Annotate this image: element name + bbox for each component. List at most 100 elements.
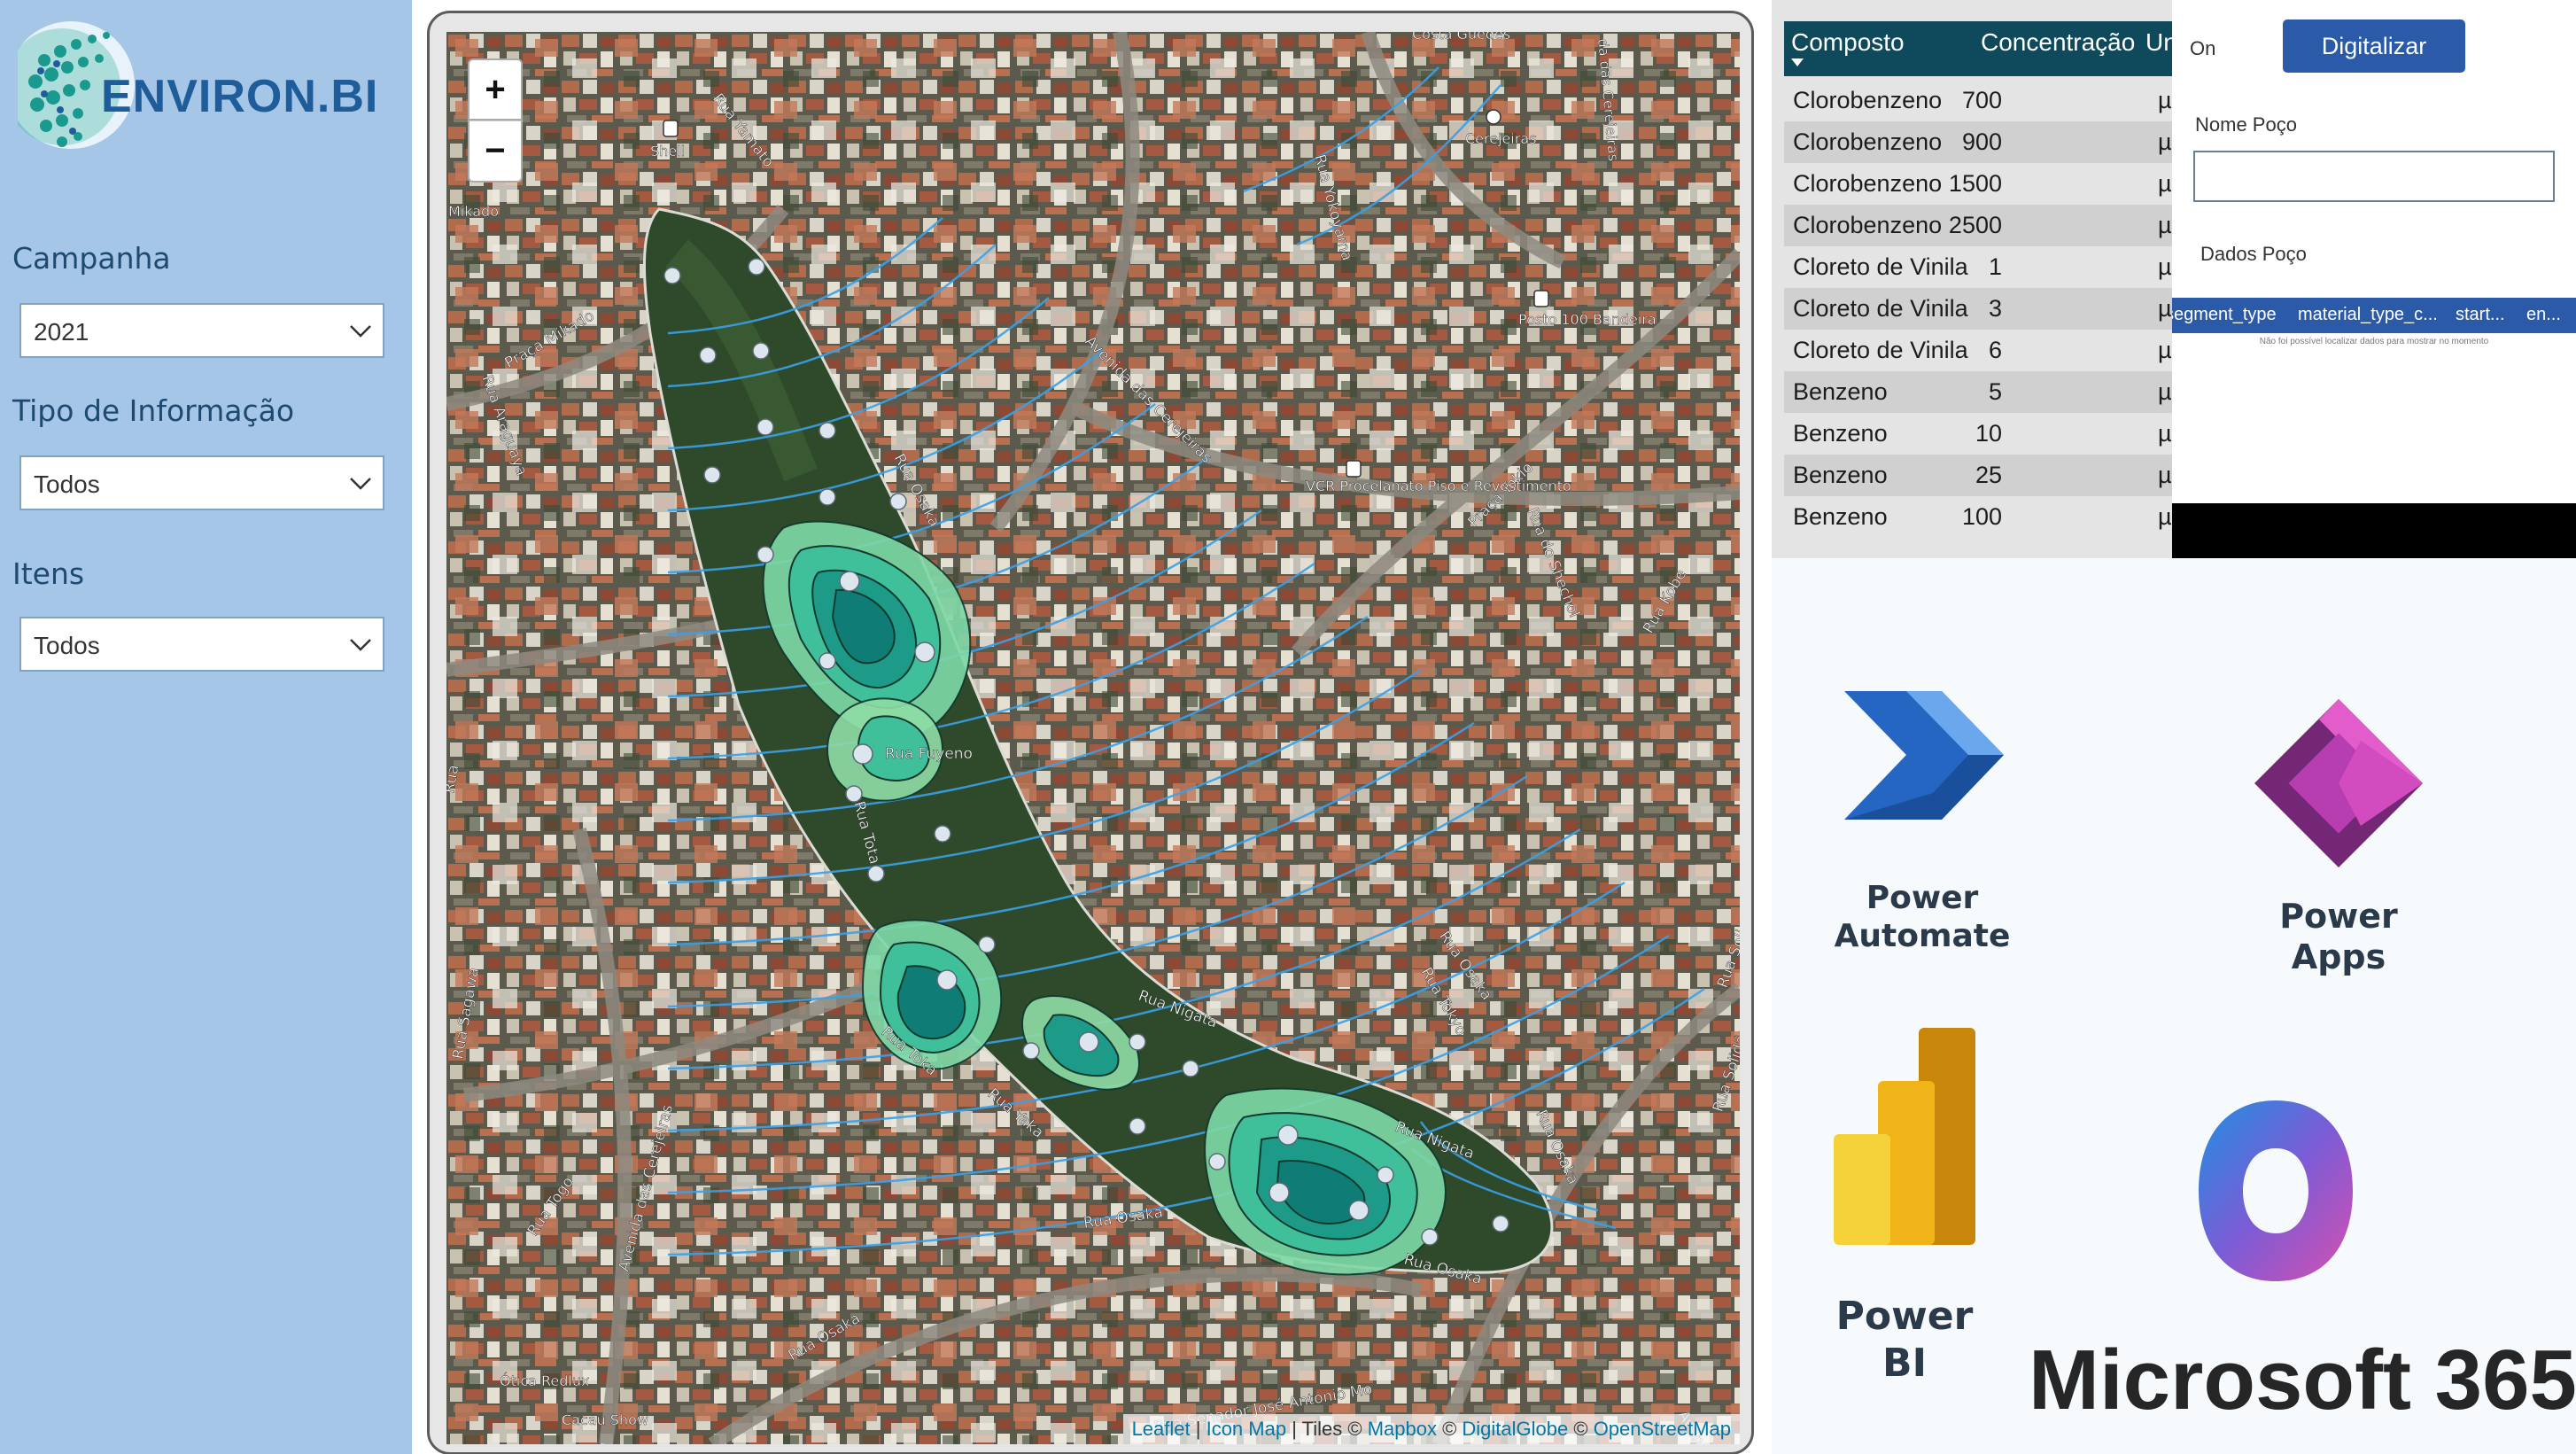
table-header-row: Composto Concentração Un	[1784, 21, 2172, 76]
poi-label: Cacau Show	[562, 1411, 648, 1428]
cell-concentracao: 6	[1988, 337, 2002, 363]
cell-composto: Benzeno	[1793, 503, 1888, 530]
tipo-informacao-dropdown[interactable]: Todos	[19, 455, 384, 510]
campanha-dropdown[interactable]: 2021	[19, 303, 384, 358]
table-row[interactable]: Benzeno 100 µg	[1784, 496, 2172, 538]
cell-concentracao: 3	[1988, 295, 2002, 322]
attribution-separator: |	[1190, 1418, 1207, 1440]
satellite-map[interactable]: Rua Yamato Rua Yokoyama Praça Mikado Rua…	[446, 32, 1740, 1444]
zoom-out-button[interactable]: −	[468, 121, 523, 183]
chevron-down-icon	[350, 478, 371, 490]
logo-text: ENVIRON.BI	[101, 71, 378, 122]
nome-poco-label: Nome Poço	[2195, 113, 2297, 136]
cell-composto: Cloreto de Vinila	[1793, 253, 1968, 280]
itens-value: Todos	[34, 632, 100, 659]
poi-label: Costa Guedes	[1412, 32, 1510, 43]
digitalizar-button[interactable]: Digitalizar	[2283, 19, 2465, 73]
poi-label: Shell	[650, 143, 685, 159]
power-automate-label: Power Automate	[1798, 879, 2046, 955]
power-automate-icon	[1844, 691, 2004, 820]
table-row[interactable]: Clorobenzeno 900 µg	[1784, 121, 2172, 163]
device-black-bar	[2172, 503, 2576, 562]
table-row[interactable]: Benzeno 25 µg	[1784, 455, 2172, 496]
power-apps-label-line: Power	[2279, 897, 2398, 936]
cell-concentracao: 5	[1988, 378, 2002, 405]
environ-bi-logo: ENVIRON.BI	[18, 21, 378, 149]
table-row[interactable]: Clorobenzeno2500 µg	[1784, 205, 2172, 246]
cell-unidade: µg	[2158, 295, 2172, 322]
cell-composto: Clorobenzeno	[1793, 87, 1943, 113]
cell-concentracao: 700	[1961, 87, 2002, 113]
campanha-value: 2021	[34, 318, 89, 346]
grid-column-header[interactable]: en...	[2526, 305, 2571, 325]
campanha-label: Campanha	[12, 241, 171, 276]
map-canvas[interactable]: Rua Yamato Rua Yokoyama Praça Mikado Rua…	[446, 32, 1740, 1444]
cell-unidade: µg	[2158, 378, 2172, 405]
cell-concentracao: 900	[1961, 128, 2002, 155]
table-row[interactable]: Cloreto de Vinila 1 µg	[1784, 246, 2172, 288]
table-row[interactable]: Cloreto de Vinila 3 µg	[1784, 288, 2172, 330]
cell-unidade: µg	[2158, 212, 2172, 238]
concentration-table: Composto Concentração Un Clorobenzeno 700…	[1772, 0, 2172, 558]
attribution-separator: ©	[1568, 1418, 1594, 1440]
chevron-down-icon	[350, 639, 371, 651]
table-row[interactable]: Benzeno 10 µg	[1784, 413, 2172, 455]
tipo-informacao-label: Tipo de Informação	[12, 393, 295, 428]
cell-concentracao: 100	[1961, 503, 2002, 530]
cell-concentracao: 1500	[1948, 170, 2002, 197]
column-header-un[interactable]: Un	[2145, 28, 2172, 57]
grid-column-header[interactable]: segment_type	[2172, 305, 2289, 325]
cell-composto: Clorobenzeno	[1793, 128, 1943, 155]
dados-poco-label: Dados Poço	[2200, 243, 2307, 265]
toggle-on-label: On	[2190, 37, 2216, 59]
poi-label: Mikado	[448, 203, 499, 220]
cell-concentracao: 2500	[1948, 212, 2002, 238]
power-automate-label-line: Power	[1866, 880, 1979, 916]
itens-dropdown[interactable]: Todos	[19, 617, 384, 672]
zoom-in-button[interactable]: +	[468, 58, 523, 121]
grid-column-header[interactable]: start...	[2456, 305, 2512, 325]
tipo-informacao-value: Todos	[34, 470, 100, 498]
column-header-concentracao[interactable]: Concentração	[1981, 28, 2135, 57]
power-bi-label: Power BI	[1772, 1294, 2037, 1388]
cell-unidade: µg	[2158, 128, 2172, 155]
openstreetmap-link[interactable]: OpenStreetMap	[1594, 1418, 1731, 1440]
leaflet-link[interactable]: Leaflet	[1132, 1418, 1191, 1440]
table-row[interactable]: Clorobenzeno 700 µg	[1784, 80, 2172, 121]
cell-unidade: µg	[2158, 170, 2172, 197]
microsoft-logos-panel: Power Automate Power Apps Power BI Micro…	[1772, 558, 2576, 1454]
sort-descending-icon[interactable]	[1791, 58, 1804, 66]
cell-unidade: µg	[2158, 420, 2172, 447]
cell-composto: Benzeno	[1793, 420, 1888, 447]
table-row[interactable]: Cloreto de Vinila 6 µg	[1784, 330, 2172, 371]
cell-composto: Clorobenzeno	[1793, 212, 1943, 238]
cell-concentracao: 25	[1975, 462, 2002, 488]
microsoft-365-label: Microsoft 365	[2029, 1333, 2576, 1427]
attribution-separator: ©	[1436, 1418, 1463, 1440]
icon-map-link[interactable]: Icon Map	[1207, 1418, 1287, 1440]
power-bi-icon	[1834, 1028, 1975, 1245]
grid-column-header[interactable]: material_type_c...	[2298, 305, 2440, 325]
table-row[interactable]: Clorobenzeno1500 µg	[1784, 163, 2172, 205]
cell-composto: Benzeno	[1793, 378, 1888, 405]
mapbox-link[interactable]: Mapbox	[1368, 1418, 1437, 1440]
cell-unidade: µg	[2158, 462, 2172, 488]
power-apps-label-line: Apps	[2291, 937, 2386, 976]
grid-empty-message: Não foi possível localizar dados para mo…	[2259, 337, 2489, 346]
cell-unidade: µg	[2158, 503, 2172, 530]
cell-unidade: µg	[2158, 337, 2172, 363]
nome-poco-input[interactable]	[2193, 151, 2555, 202]
dados-poco-grid-header: segment_type material_type_c... start...…	[2172, 298, 2576, 333]
column-header-composto[interactable]: Composto	[1791, 28, 1905, 57]
power-automate-label-line: Automate	[1834, 918, 2011, 955]
street-label: Rua Fuyeno	[885, 745, 973, 763]
digitalglobe-link[interactable]: DigitalGlobe	[1462, 1418, 1568, 1440]
power-apps-label: Power Apps	[2215, 897, 2463, 977]
cell-unidade: µg	[2158, 253, 2172, 280]
poi-label: VCR Procelanato Piso e Revestimento	[1306, 478, 1571, 494]
cell-composto: Benzeno	[1793, 462, 1888, 488]
map-attribution: Leaflet | Icon Map | Tiles © Mapbox © Di…	[1122, 1414, 1740, 1444]
table-row[interactable]: Benzeno 5 µg	[1784, 371, 2172, 413]
power-apps-icon	[2254, 699, 2423, 867]
cell-unidade: µg	[2158, 87, 2172, 113]
